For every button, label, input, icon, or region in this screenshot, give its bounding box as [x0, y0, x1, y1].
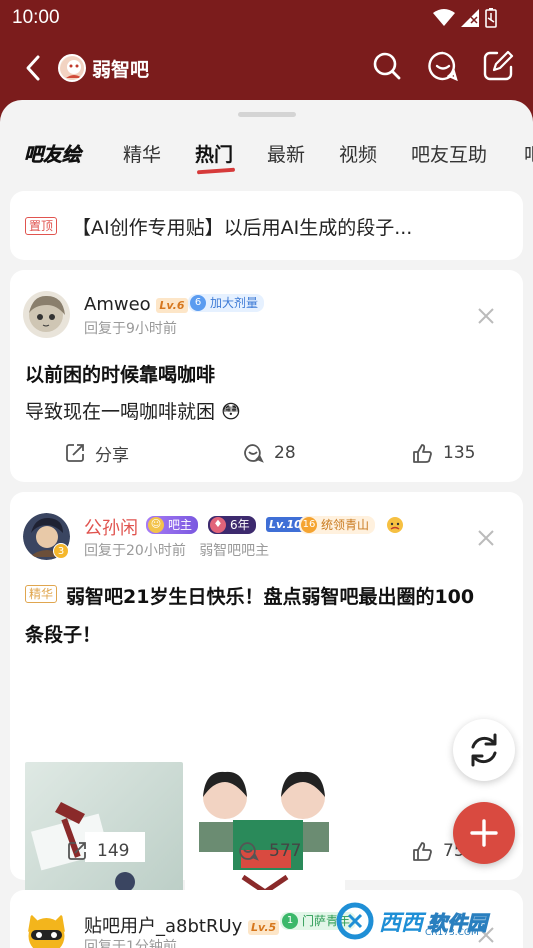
- post-body: 导致现在一喝咖啡就困 😳: [25, 401, 241, 423]
- tab-more[interactable]: 吧: [524, 140, 533, 167]
- close-icon[interactable]: [477, 307, 495, 325]
- back-icon[interactable]: [20, 52, 48, 84]
- comment-button[interactable]: 577: [238, 836, 301, 866]
- add-post-button[interactable]: [453, 802, 515, 864]
- pinned-badge: 置顶: [25, 217, 58, 235]
- refresh-button[interactable]: [453, 719, 515, 781]
- username[interactable]: Amweo Lv.6: [84, 294, 188, 315]
- reply-time: 回复于9小时前: [84, 321, 177, 337]
- tab-featured[interactable]: 精华: [123, 140, 161, 167]
- reply-time: 回复于20小时前 弱智吧吧主: [84, 543, 270, 559]
- close-icon[interactable]: [477, 529, 495, 547]
- featured-tag: 精华: [25, 585, 58, 603]
- signal-icon: [461, 9, 479, 27]
- battery-icon: [485, 8, 497, 28]
- refresh-icon: [471, 733, 497, 767]
- forum-title: 弱智吧: [92, 59, 150, 81]
- post-title: 弱智吧21岁生日快乐！盘点弱智吧最出圈的100: [66, 586, 475, 608]
- compose-icon[interactable]: [482, 50, 514, 82]
- thumbs-up-icon: [413, 443, 432, 463]
- comment-button[interactable]: 28: [243, 438, 296, 468]
- avatar[interactable]: 3: [23, 513, 70, 560]
- tab-bar: 吧友绘 精华 热门 最新 视频 吧友互助 吧: [0, 136, 533, 176]
- comment-icon: [239, 842, 259, 861]
- tab-bayouhui[interactable]: 吧友绘: [24, 140, 82, 167]
- pinned-title: 【AI创作专用贴】以后用AI生成的段子...: [72, 217, 413, 239]
- forum-header: 弱智吧: [0, 36, 533, 100]
- post-title-cont: 条段子！: [25, 624, 102, 646]
- post-actions: 149 577 75: [10, 836, 523, 866]
- share-button[interactable]: 149: [67, 836, 129, 866]
- status-bar: 10:00: [0, 0, 533, 36]
- watermark: 西西 软件园 CR173.COM: [335, 898, 515, 944]
- avatar[interactable]: [23, 291, 70, 338]
- emoji-badge-icon: [387, 517, 403, 533]
- title-badge: 16 统领青山: [299, 516, 376, 534]
- tab-mutual-help[interactable]: 吧友互助: [411, 140, 487, 167]
- title-badge: 6 加大剂量: [188, 294, 265, 312]
- post-card[interactable]: 3 公孙闲 ☺ 吧主 ♦ 6年 Lv.10 16 统领青山 回复于20小时前 弱智吧吧…: [10, 492, 523, 920]
- share-button[interactable]: 分享: [65, 438, 129, 468]
- tab-hot[interactable]: 热门: [195, 140, 233, 167]
- message-icon[interactable]: [427, 50, 459, 82]
- avatar-badge: 3: [53, 543, 69, 559]
- pinned-post[interactable]: 置顶 【AI创作专用贴】以后用AI生成的段子...: [10, 191, 523, 260]
- post-title: 以前困的时候靠喝咖啡: [25, 364, 216, 386]
- tab-latest[interactable]: 最新: [267, 140, 305, 167]
- level-badge: Lv.6: [156, 297, 188, 313]
- drag-handle[interactable]: [238, 112, 296, 117]
- share-icon: [66, 444, 84, 462]
- username[interactable]: 公孙闲: [84, 514, 138, 540]
- avatar[interactable]: [23, 910, 70, 948]
- search-icon[interactable]: [371, 50, 403, 82]
- plus-icon: [470, 819, 498, 847]
- like-button[interactable]: 135: [412, 438, 475, 468]
- status-time: 10:00: [12, 7, 60, 28]
- reply-time: 回复于1分钟前: [84, 939, 177, 948]
- watermark-brand: 西西: [379, 911, 424, 936]
- username[interactable]: 贴吧用户_a8btRUy Lv.5: [84, 912, 280, 938]
- watermark-url: CR173.COM: [425, 928, 479, 938]
- thumbs-up-icon: [413, 841, 432, 861]
- forum-logo: [58, 54, 86, 82]
- wifi-icon: [433, 9, 455, 26]
- post-card[interactable]: Amweo Lv.6 6 加大剂量 回复于9小时前 以前困的时候靠喝咖啡 导致现在…: [10, 270, 523, 482]
- comment-icon: [244, 444, 264, 463]
- years-badge: ♦ 6年: [208, 516, 256, 534]
- level-badge: Lv.5: [248, 919, 280, 935]
- watermark-logo-icon: [336, 902, 374, 940]
- moderator-badge: ☺ 吧主: [146, 516, 199, 534]
- tab-video[interactable]: 视频: [339, 140, 377, 167]
- post-actions: 分享 28 135: [10, 438, 523, 468]
- share-icon: [68, 842, 86, 860]
- status-icons: [433, 8, 497, 28]
